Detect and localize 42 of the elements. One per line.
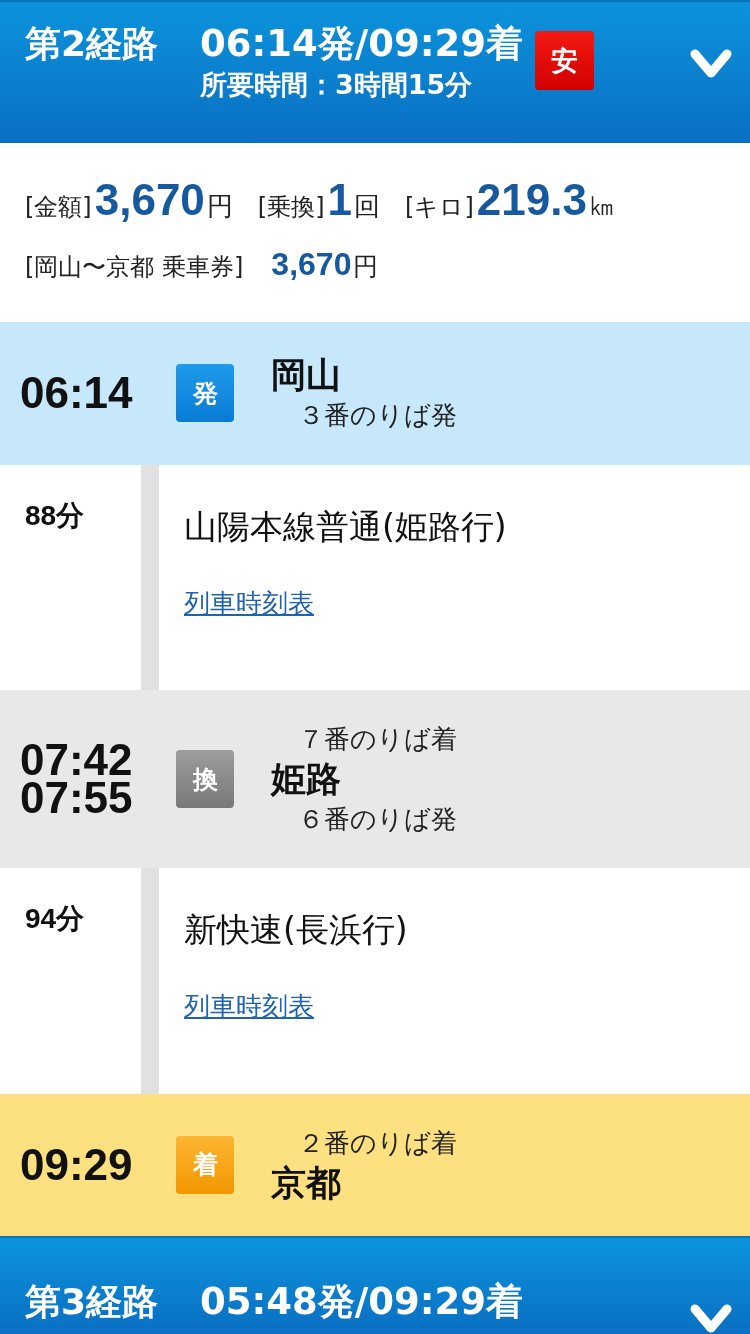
station-time: 07:42	[20, 741, 134, 780]
route-header[interactable]: 第3経路 05:48発/09:29着	[0, 1236, 750, 1334]
ride-duration: 94分	[25, 902, 85, 935]
route-title: 第2経路	[25, 22, 160, 66]
route-times: 06:14発/09:29着	[200, 21, 524, 67]
station-badge: 換	[176, 750, 234, 809]
summary-value: 3,670	[94, 175, 205, 225]
route-duration: 所要時間：3時間15分	[200, 68, 474, 102]
platform-label: ６番のりば発	[297, 803, 457, 837]
chevron-down-icon[interactable]	[690, 49, 732, 79]
station-badge: 発	[176, 364, 234, 423]
train-name: 山陽本線普通(姫路行)	[184, 506, 507, 547]
ticket-price: 3,670	[271, 246, 352, 283]
station-time: 09:29	[20, 1139, 134, 1190]
station-name: 姫路	[271, 758, 342, 802]
summary-label: [乗換]	[257, 192, 325, 223]
route-header[interactable]: 第2経路 06:14発/09:29着 所要時間：3時間15分 安	[0, 0, 750, 143]
route-times: 05:48発/09:29着	[200, 1279, 524, 1326]
station-badge: 着	[176, 1135, 234, 1194]
station-name: 京都	[271, 1161, 342, 1205]
route-badge: 安	[535, 31, 595, 90]
route-title: 第3経路	[25, 1280, 160, 1325]
station-name: 岡山	[271, 354, 342, 398]
platform-label: ３番のりば発	[297, 399, 457, 433]
platform-label: ７番のりば着	[297, 723, 457, 757]
station-time: 07:55	[20, 779, 134, 818]
ticket-label: [岡山〜京都 乗車券]	[25, 252, 244, 283]
summary-unit: 回	[354, 190, 381, 223]
station-time: 06:14	[20, 368, 134, 419]
summary-unit: 円	[206, 190, 233, 223]
timetable-link[interactable]: 列車時刻表	[184, 586, 314, 619]
summary-value: 219.3	[476, 175, 587, 225]
summary-label: [キロ]	[405, 192, 474, 223]
ride-duration: 88分	[25, 499, 85, 532]
platform-label: ２番のりば着	[297, 1126, 457, 1160]
timetable-link[interactable]: 列車時刻表	[184, 989, 314, 1022]
ticket-unit: 円	[353, 251, 379, 283]
summary-value: 1	[327, 175, 353, 225]
summary-unit: ㎞	[588, 190, 615, 223]
summary-label: [金額]	[25, 192, 92, 223]
chevron-down-icon[interactable]	[690, 1304, 732, 1334]
train-name: 新快速(長浜行)	[184, 909, 408, 950]
